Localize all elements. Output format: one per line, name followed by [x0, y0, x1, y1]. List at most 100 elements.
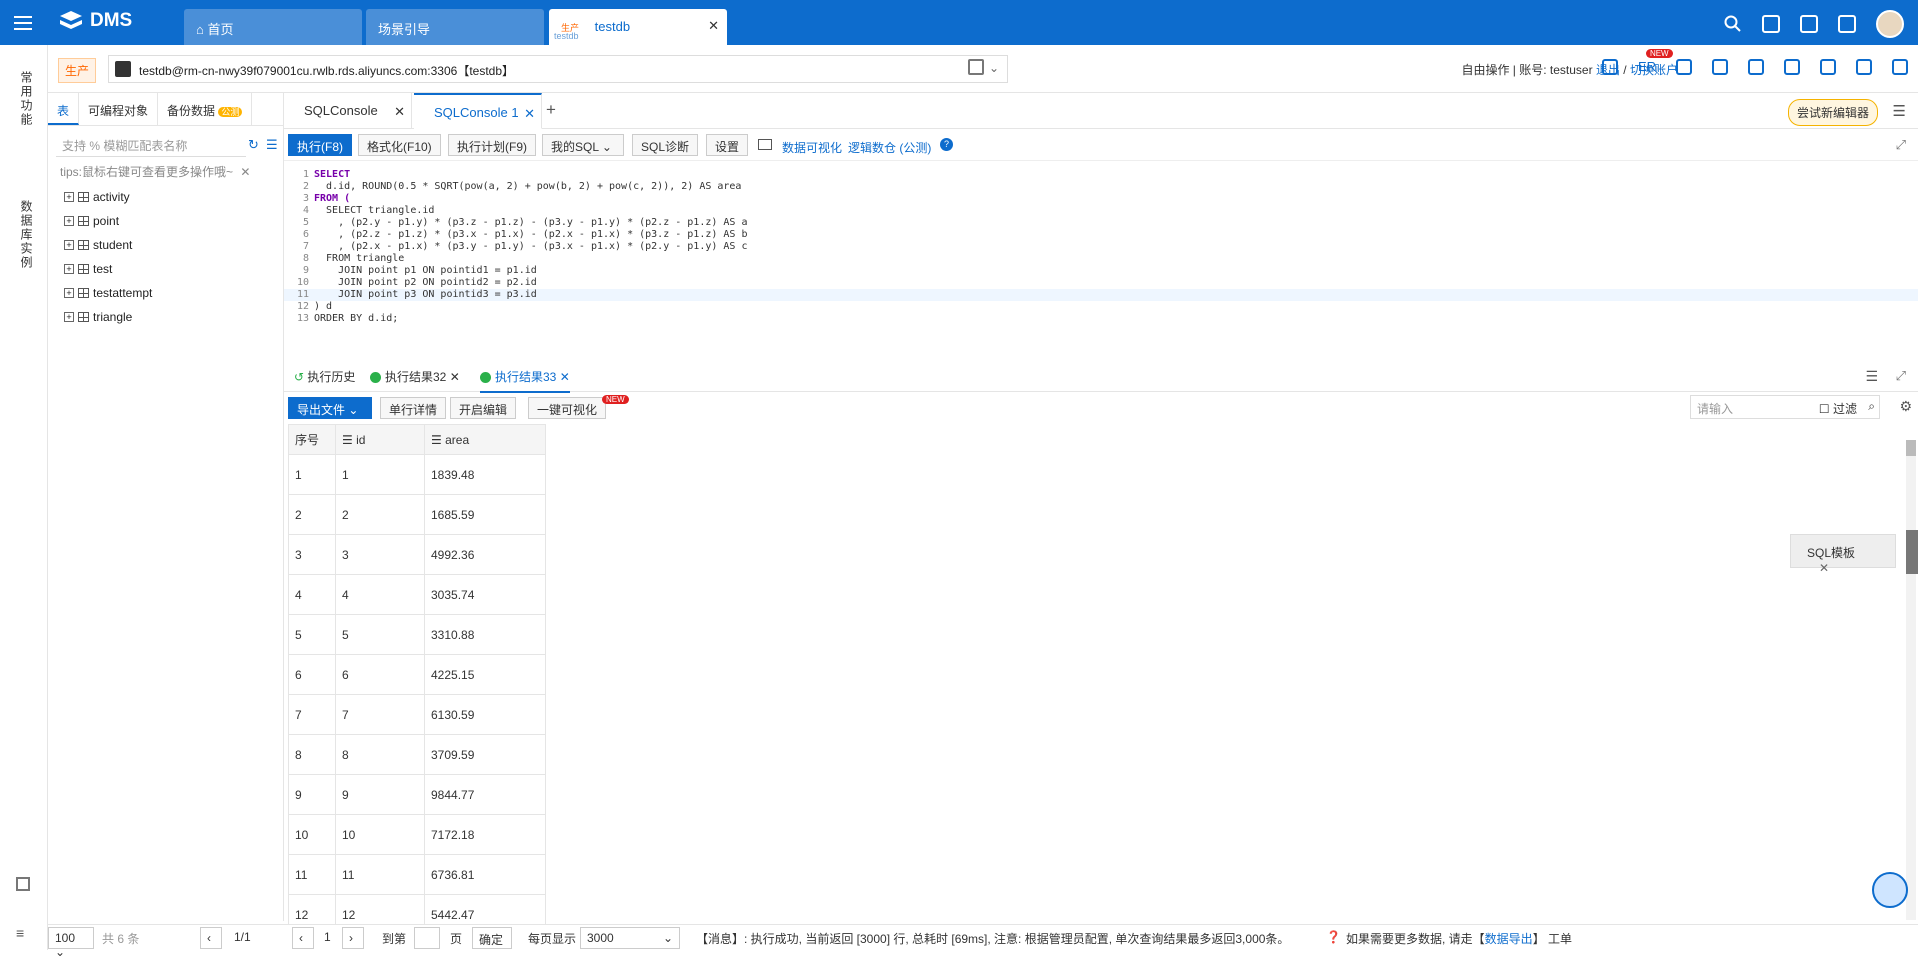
send-icon[interactable]: [1856, 59, 1872, 75]
table-row[interactable]: 4 4 3035.74: [288, 574, 546, 615]
table-cell[interactable]: 3310.88: [424, 614, 546, 655]
table-row[interactable]: 11 11 6736.81: [288, 854, 546, 895]
explain-button[interactable]: 执行计划(F9): [448, 134, 536, 156]
table-cell[interactable]: 9844.77: [424, 774, 546, 815]
list-item[interactable]: + triangle: [64, 305, 152, 329]
expand-icon[interactable]: ⤢: [1896, 137, 1906, 153]
table-cell[interactable]: 9: [335, 774, 425, 815]
table-cell[interactable]: 1: [288, 454, 336, 495]
table-cell[interactable]: 3709.59: [424, 734, 546, 775]
table-cell[interactable]: 1839.48: [424, 454, 546, 495]
table-cell[interactable]: 6130.59: [424, 694, 546, 735]
search-icon[interactable]: ⌕: [1868, 399, 1875, 414]
settings-button[interactable]: 设置: [706, 134, 749, 156]
table-row[interactable]: 8 8 3709.59: [288, 734, 546, 775]
prev-page-button[interactable]: ‹: [292, 927, 314, 949]
table-cell[interactable]: 10: [288, 814, 336, 855]
monitor-icon[interactable]: [1676, 59, 1692, 75]
table-cell[interactable]: 8: [288, 734, 336, 775]
menu-icon[interactable]: ☰: [1893, 102, 1906, 120]
shield-icon[interactable]: [1748, 59, 1764, 75]
table-row[interactable]: 3 3 4992.36: [288, 534, 546, 575]
close-tab-icon[interactable]: ✕: [450, 370, 460, 384]
table-row[interactable]: 5 5 3310.88: [288, 614, 546, 655]
scrollbar[interactable]: [1906, 440, 1916, 920]
expand-icon[interactable]: +: [64, 240, 74, 250]
table-cell[interactable]: 5: [335, 614, 425, 655]
table-cell[interactable]: 7: [288, 694, 336, 735]
expand-icon[interactable]: +: [64, 192, 74, 202]
sql-diagnose-button[interactable]: SQL诊断: [632, 134, 699, 156]
table-cell[interactable]: 2: [288, 494, 336, 535]
table-cell[interactable]: 11: [288, 854, 336, 895]
list-item[interactable]: + test: [64, 257, 152, 281]
tab-testdb[interactable]: 生产 testdb testdb ✕: [549, 9, 727, 45]
table-row[interactable]: 1 1 1839.48: [288, 454, 546, 495]
row-detail-button[interactable]: 单行详情: [380, 397, 447, 419]
assistant-avatar-icon[interactable]: [1872, 872, 1908, 908]
sql-template-panel[interactable]: SQL模板 ✕: [1790, 534, 1896, 575]
table-cell[interactable]: 4: [288, 574, 336, 615]
copy-icon[interactable]: [968, 59, 984, 75]
help-icon[interactable]: ?: [940, 138, 953, 151]
close-icon[interactable]: ✕: [1819, 561, 1829, 575]
close-tab-icon[interactable]: ✕: [524, 106, 535, 122]
table-cell[interactable]: 2: [335, 494, 425, 535]
export-file-button[interactable]: 导出文件 ⌄: [288, 397, 372, 419]
rail-common-functions[interactable]: 常用功能: [18, 71, 35, 127]
table-cell[interactable]: 7172.18: [424, 814, 546, 855]
tab-sqlconsole-1[interactable]: SQLConsole 1 ✕: [414, 93, 542, 129]
table-cell[interactable]: 7: [335, 694, 425, 735]
data-export-link[interactable]: 数据导出: [1485, 932, 1533, 946]
tab-programmable[interactable]: 可编程对象: [79, 93, 159, 125]
try-new-editor-button[interactable]: 尝试新编辑器: [1787, 99, 1878, 126]
table-row[interactable]: 10 10 7172.18: [288, 814, 546, 855]
collapse-icon[interactable]: ≡: [16, 925, 24, 941]
er-button[interactable]: ER NEW: [1638, 49, 1673, 75]
table-cell[interactable]: 1: [335, 454, 425, 495]
ticket-icon[interactable]: [1800, 15, 1818, 33]
apps-grid-icon[interactable]: [16, 877, 30, 891]
table-row[interactable]: 7 7 6130.59: [288, 694, 546, 735]
table-row[interactable]: 9 9 9844.77: [288, 774, 546, 815]
table-cell[interactable]: 3: [335, 534, 425, 575]
table-cell[interactable]: 10: [335, 814, 425, 855]
refresh-icon[interactable]: ↻: [248, 137, 259, 153]
list-item[interactable]: + activity: [64, 185, 152, 209]
list-item[interactable]: + point: [64, 209, 152, 233]
table-cell[interactable]: 4225.15: [424, 654, 546, 695]
rail-db-instances[interactable]: 数据库实例: [18, 200, 35, 270]
column-header[interactable]: ☰ id: [335, 424, 425, 455]
table-cell[interactable]: 6736.81: [424, 854, 546, 895]
sql-editor[interactable]: 1 SELECT 2 d.id, ROUND(0.5 * SQRT(pow(a, …: [284, 161, 1918, 351]
table-cell[interactable]: 6: [335, 654, 425, 695]
table-row[interactable]: 6 6 4225.15: [288, 654, 546, 695]
table-cell[interactable]: 1685.59: [424, 494, 546, 535]
menu-icon[interactable]: ☰: [1865, 368, 1878, 385]
external-link-icon[interactable]: [1784, 59, 1800, 75]
table-cell[interactable]: 3035.74: [424, 574, 546, 615]
close-tab-icon[interactable]: ✕: [708, 18, 719, 34]
filter-list-icon[interactable]: ☰: [266, 137, 278, 153]
hamburger-menu-icon[interactable]: [14, 12, 32, 32]
chart-icon[interactable]: [1712, 59, 1728, 75]
table-cell[interactable]: 5: [288, 614, 336, 655]
table-cell[interactable]: 3: [288, 534, 336, 575]
enable-edit-button[interactable]: 开启编辑: [450, 397, 517, 419]
expand-icon[interactable]: +: [64, 216, 74, 226]
tab-history[interactable]: ↺ 执行历史: [294, 368, 355, 385]
confirm-button[interactable]: 确定: [472, 927, 512, 949]
avatar[interactable]: [1876, 10, 1904, 38]
expand-icon[interactable]: +: [64, 312, 74, 322]
table-cell[interactable]: 6: [288, 654, 336, 695]
table-cell[interactable]: 9: [288, 774, 336, 815]
table-cell[interactable]: 4992.36: [424, 534, 546, 575]
table-cell[interactable]: 4: [335, 574, 425, 615]
logic-warehouse-link[interactable]: 逻辑数仓 (公测): [848, 139, 931, 156]
tab-sqlconsole[interactable]: SQLConsole ✕: [284, 93, 412, 129]
close-tab-icon[interactable]: ✕: [394, 104, 405, 120]
expand-icon[interactable]: +: [64, 264, 74, 274]
result-search-input[interactable]: 请输入 ☐ 过滤 ⌕: [1690, 395, 1880, 419]
filter-checkbox[interactable]: ☐ 过滤: [1819, 400, 1857, 417]
prev-page-icon[interactable]: ‹: [200, 927, 222, 949]
